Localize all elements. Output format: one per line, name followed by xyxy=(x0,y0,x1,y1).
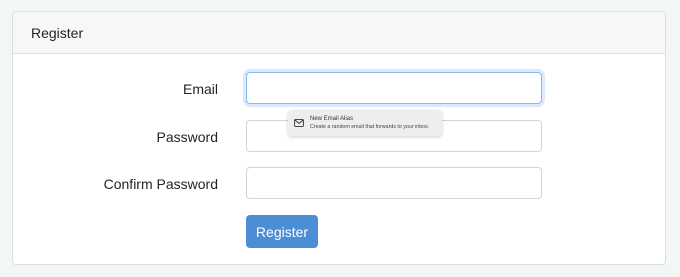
email-alias-suggestion[interactable]: New Email Alias Create a random email th… xyxy=(288,110,442,136)
email-label: Email xyxy=(182,81,218,97)
card-title: Register xyxy=(31,24,84,41)
confirm-password-label: Confirm Password xyxy=(103,176,218,192)
confirm-password-field[interactable] xyxy=(246,167,542,199)
suggestion-title: New Email Alias xyxy=(310,116,354,122)
mail-icon xyxy=(294,119,304,127)
register-button[interactable]: Register xyxy=(246,215,318,248)
card-header: Register xyxy=(13,12,665,54)
suggestion-text: New Email Alias Create a random email th… xyxy=(310,115,429,131)
suggestion-description: Create a random email that forwards to y… xyxy=(310,124,430,130)
password-label: Password xyxy=(156,129,218,145)
email-field[interactable] xyxy=(246,72,542,104)
register-card: Register Email Password Confirm Password… xyxy=(12,11,666,265)
